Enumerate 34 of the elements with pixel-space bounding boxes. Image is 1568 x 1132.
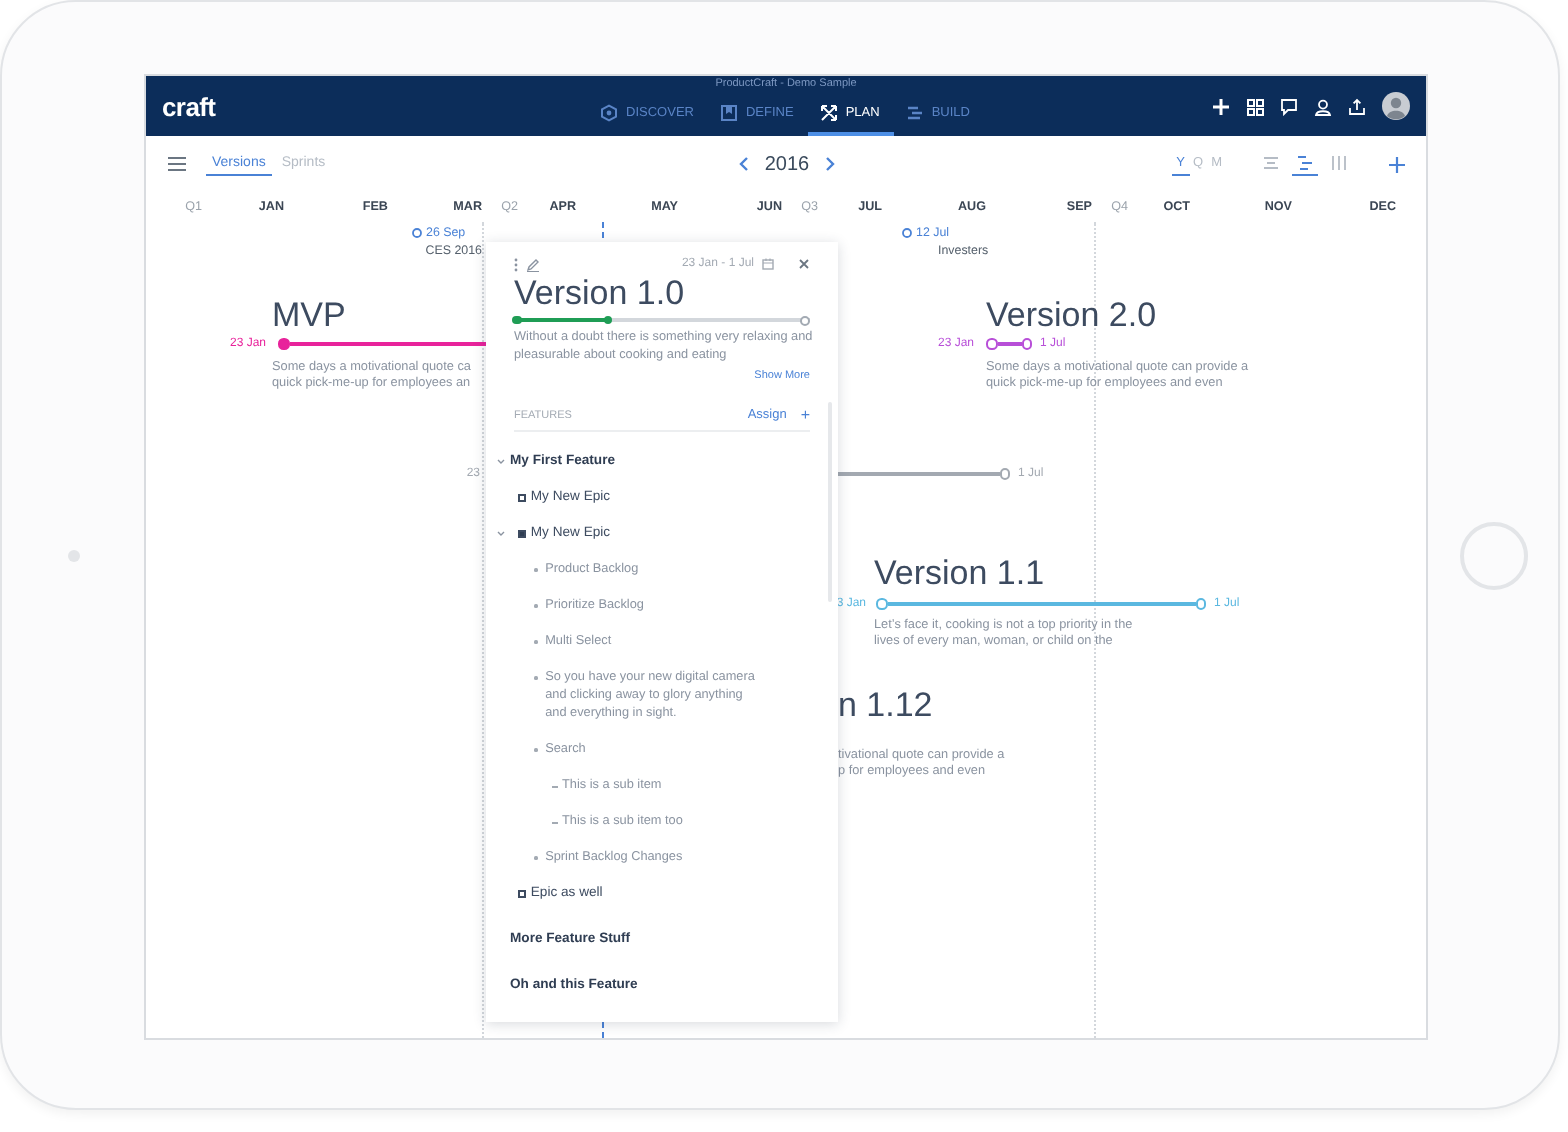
camera-dot — [67, 549, 79, 561]
user-avatar[interactable] — [1382, 92, 1410, 120]
grid-icon[interactable] — [1246, 97, 1264, 115]
year-label: 2016 — [764, 153, 810, 175]
hexagon-icon — [600, 103, 619, 121]
chevron-down-icon[interactable] — [496, 457, 506, 466]
lines-icon — [1262, 154, 1280, 172]
close-icon[interactable] — [798, 258, 810, 270]
staggered-view-button[interactable] — [1292, 152, 1318, 176]
milestone-icon — [412, 228, 422, 238]
add-button[interactable]: + — [800, 407, 810, 424]
chevron-down-icon[interactable] — [496, 529, 506, 538]
version-title: Version 1.1 — [874, 554, 1045, 594]
chevron-left-icon[interactable] — [738, 156, 751, 172]
version-title: MVP — [272, 296, 346, 336]
app-logo: craft — [162, 91, 216, 121]
chevron-right-icon[interactable] — [823, 156, 836, 172]
version-title: Version 2.0 — [986, 296, 1157, 336]
layers-icon — [905, 103, 924, 121]
user-icon[interactable] — [1314, 97, 1332, 115]
milestone-icon — [902, 228, 912, 238]
plus-icon[interactable] — [1212, 97, 1230, 115]
share-icon[interactable] — [1348, 97, 1366, 115]
arrows-icon — [819, 103, 838, 121]
pencil-icon[interactable] — [526, 257, 540, 271]
add-icon[interactable] — [1388, 155, 1406, 173]
staggered-icon — [1296, 154, 1314, 172]
bookmark-icon — [719, 103, 738, 121]
columns-icon — [1330, 154, 1348, 172]
calendar-icon[interactable] — [762, 258, 774, 270]
comment-icon[interactable] — [1280, 97, 1298, 115]
menu-icon[interactable] — [168, 156, 186, 172]
version-title: n 1.12 — [838, 686, 933, 726]
version-title: Version 1.0 — [514, 276, 687, 312]
